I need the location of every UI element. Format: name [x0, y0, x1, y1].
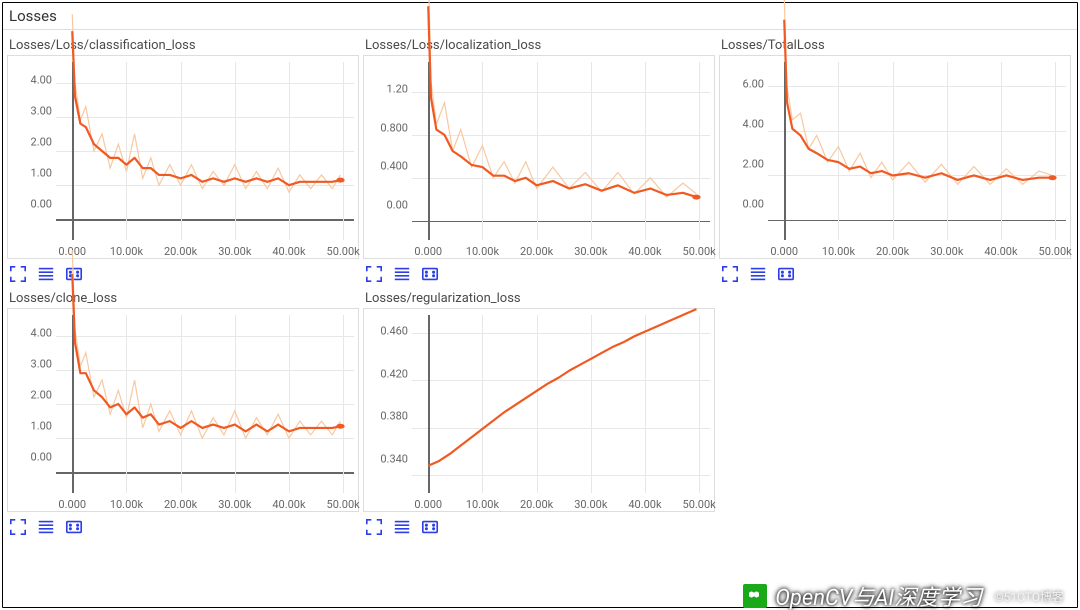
x-tick-label: 10.00k	[466, 498, 499, 511]
x-tick-label: 30.00k	[218, 498, 251, 511]
x-tick-label: 0.000	[58, 498, 86, 511]
panel-title: Losses	[3, 3, 1077, 30]
x-tick-label: 20.00k	[520, 245, 553, 258]
y-tick-label: 0.00	[31, 197, 52, 210]
list-icon[interactable]	[393, 265, 411, 283]
y-tick-label: 0.340	[380, 452, 408, 465]
y-tick-label: 3.00	[31, 358, 52, 371]
chart-toolbar	[363, 259, 715, 285]
y-tick-label: 0.460	[380, 325, 408, 338]
list-icon[interactable]	[37, 265, 55, 283]
expand-icon[interactable]	[9, 265, 27, 283]
chart-toolbar	[719, 259, 1071, 285]
x-tick-label: 40.00k	[628, 245, 661, 258]
y-tick-label: 1.00	[31, 166, 52, 179]
x-tick-label: 0.000	[414, 245, 442, 258]
y-tick-label: 3.00	[31, 105, 52, 118]
x-tick-label: 20.00k	[520, 498, 553, 511]
chart-card-classification_loss: Losses/Loss/classification_loss 0.00 1.00…	[5, 34, 361, 287]
chart-plot[interactable]: 0.00 0.400 0.800 1.20 0.000 10.00k 20.00k 30.0…	[363, 55, 715, 259]
y-tick-label: 0.00	[387, 198, 408, 211]
y-tick-label: 0.420	[380, 367, 408, 380]
y-tick-label: 1.20	[387, 82, 408, 95]
chart-card-total_loss: Losses/TotalLoss 0.00 2.00 4.00 6.00 0.000 1…	[717, 34, 1073, 287]
y-tick-label: 4.00	[743, 117, 764, 130]
region-select-icon[interactable]	[65, 265, 83, 283]
x-tick-label: 10.00k	[110, 498, 143, 511]
x-tick-label: 10.00k	[110, 245, 143, 258]
x-tick-label: 30.00k	[574, 498, 607, 511]
x-tick-label: 0.000	[414, 498, 442, 511]
x-tick-label: 40.00k	[984, 245, 1017, 258]
region-select-icon[interactable]	[421, 265, 439, 283]
x-tick-label: 50.00k	[327, 245, 360, 258]
y-tick-label: 2.00	[31, 136, 52, 149]
chart-toolbar	[7, 259, 359, 285]
chart-card-localization_loss: Losses/Loss/localization_loss 0.000.4000…	[361, 34, 717, 287]
chart-plot[interactable]: 0.00 1.00 2.00 3.00 4.00 0.000 10.00k 20.00k 30…	[7, 308, 359, 512]
chart-title: Losses/Loss/classification_loss	[7, 34, 359, 55]
x-tick-label: 10.00k	[822, 245, 855, 258]
expand-icon[interactable]	[365, 518, 383, 536]
list-icon[interactable]	[393, 518, 411, 536]
expand-icon[interactable]	[9, 518, 27, 536]
y-tick-label: 2.00	[31, 389, 52, 402]
chart-plot[interactable]: 0.001.002.003.004.00 0.00010.00k20.00k30…	[7, 55, 359, 259]
y-tick-label: 6.00	[743, 78, 764, 91]
chart-plot[interactable]: 0.340 0.380 0.420 0.460 0.000 10.00k 20.00k 30…	[363, 308, 715, 512]
x-tick-label: 40.00k	[272, 498, 305, 511]
y-tick-label: 2.00	[743, 157, 764, 170]
x-tick-label: 0.000	[770, 245, 798, 258]
y-tick-label: 0.00	[743, 198, 764, 211]
y-tick-label: 0.00	[31, 450, 52, 463]
region-select-icon[interactable]	[421, 518, 439, 536]
region-select-icon[interactable]	[65, 518, 83, 536]
x-tick-label: 50.00k	[1039, 245, 1072, 258]
expand-icon[interactable]	[365, 265, 383, 283]
list-icon[interactable]	[37, 518, 55, 536]
x-tick-label: 40.00k	[272, 245, 305, 258]
expand-icon[interactable]	[721, 265, 739, 283]
list-icon[interactable]	[749, 265, 767, 283]
x-tick-label: 20.00k	[164, 498, 197, 511]
x-tick-label: 50.00k	[683, 245, 716, 258]
x-tick-label: 10.00k	[466, 245, 499, 258]
x-tick-label: 40.00k	[628, 498, 661, 511]
chart-title: Losses/Loss/localization_loss	[363, 34, 715, 55]
y-tick-label: 4.00	[31, 74, 52, 87]
chart-toolbar	[363, 512, 715, 538]
chart-toolbar	[7, 512, 359, 538]
x-tick-label: 50.00k	[327, 498, 360, 511]
x-tick-label: 30.00k	[930, 245, 963, 258]
y-tick-label: 0.800	[380, 121, 408, 134]
x-tick-label: 30.00k	[574, 245, 607, 258]
x-tick-label: 50.00k	[683, 498, 716, 511]
region-select-icon[interactable]	[777, 265, 795, 283]
x-tick-label: 20.00k	[876, 245, 909, 258]
chart-card-regularization_loss: Losses/regularization_loss 0.340 0.380 0.4…	[361, 287, 717, 540]
x-tick-label: 20.00k	[164, 245, 197, 258]
chart-title: Losses/TotalLoss	[719, 34, 1071, 55]
chart-plot[interactable]: 0.00 2.00 4.00 6.00 0.000 10.00k 20.00k 30.00k…	[719, 55, 1071, 259]
y-tick-label: 0.380	[380, 410, 408, 423]
chart-card-clone_loss: Losses/clone_loss 0.00 1.00 2.00 3.00 4.00 0…	[5, 287, 361, 540]
y-tick-label: 0.400	[380, 160, 408, 173]
y-tick-label: 4.00	[31, 327, 52, 340]
y-tick-label: 1.00	[31, 419, 52, 432]
chart-title: Losses/clone_loss	[7, 287, 359, 308]
chart-title: Losses/regularization_loss	[363, 287, 715, 308]
x-tick-label: 30.00k	[218, 245, 251, 258]
